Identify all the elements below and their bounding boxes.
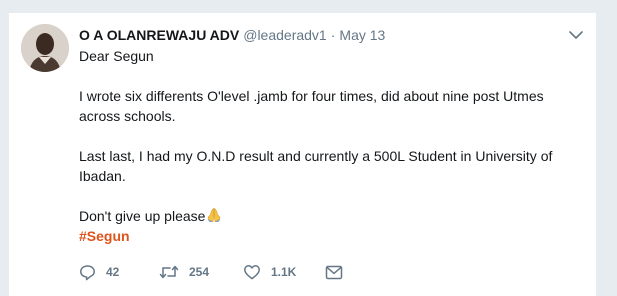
like-button[interactable]: 1.1K — [243, 264, 300, 280]
tweet-paragraph-1: I wrote six differents O'level .jamb for… — [79, 88, 544, 124]
direct-message-button[interactable] — [325, 265, 343, 280]
tweet-timestamp[interactable]: May 13 — [339, 27, 385, 43]
separator-dot: · — [330, 27, 336, 43]
tweet-closing: Don't give up please — [79, 208, 206, 224]
avatar-image — [21, 24, 69, 72]
envelope-icon — [325, 265, 343, 280]
folded-hands-icon — [206, 207, 222, 223]
tweet-text: Dear Segun I wrote six differents O'leve… — [79, 46, 582, 246]
tweet-actions: 42 254 1.1K — [79, 262, 371, 282]
author-handle[interactable]: @leaderadv1 — [243, 27, 327, 43]
tweet-closing-line: Don't give up please — [79, 206, 582, 226]
retweet-count: 254 — [189, 265, 210, 279]
retweet-button[interactable]: 254 — [159, 264, 214, 280]
reply-icon — [79, 264, 96, 281]
retweet-icon — [159, 264, 179, 280]
author-name[interactable]: O A OLANREWAJU ADV — [79, 27, 239, 43]
heart-icon — [243, 264, 261, 280]
tweet-greeting: Dear Segun — [79, 48, 154, 64]
tweet-header: O A OLANREWAJU ADV @leaderadv1 · May 13 — [79, 25, 556, 45]
avatar[interactable] — [21, 24, 69, 72]
hashtag-link[interactable]: #Segun — [79, 228, 130, 244]
tweet-paragraph-2: Last last, I had my O.N.D result and cur… — [79, 148, 553, 184]
chevron-down-icon[interactable] — [568, 28, 584, 40]
reply-button[interactable]: 42 — [79, 264, 131, 281]
like-count: 1.1K — [271, 265, 297, 279]
reply-count: 42 — [106, 265, 120, 279]
tweet-card[interactable]: O A OLANREWAJU ADV @leaderadv1 · May 13 Dea… — [8, 13, 597, 296]
